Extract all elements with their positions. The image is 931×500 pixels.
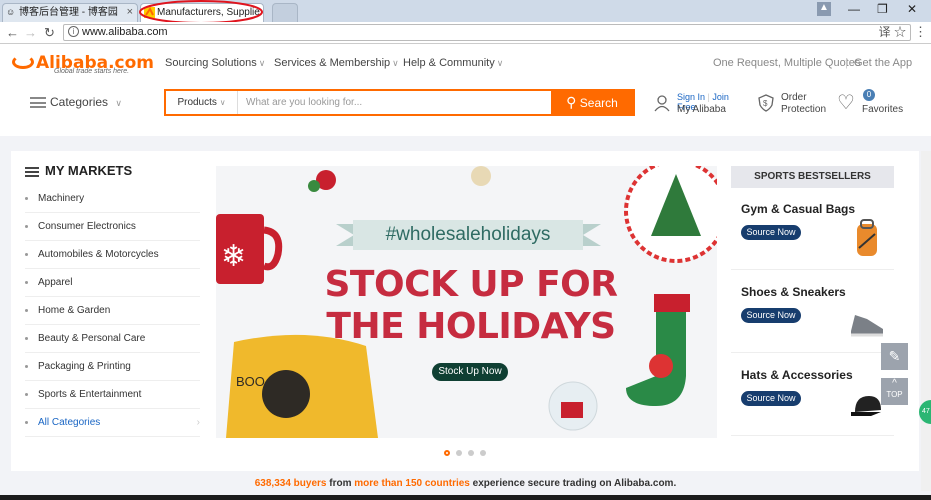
source-now-button[interactable]: Source Now (741, 225, 801, 240)
chevron-down-icon: ∨ (258, 58, 266, 68)
order-protection[interactable]: $ Order Protection (757, 92, 837, 118)
search-input[interactable]: What are you looking for... (246, 91, 362, 114)
bestseller-title: Gym & Casual Bags (741, 202, 856, 216)
one-request-link[interactable]: One Request, Multiple Quotes (713, 57, 860, 69)
search-button[interactable]: ⚲ Search (551, 89, 633, 116)
my-alibaba-link[interactable]: My Alibaba (677, 104, 726, 115)
account-area[interactable]: Sign In | Join Free My Alibaba (653, 92, 748, 118)
sports-bestsellers-title: SPORTS BESTSELLERS (731, 166, 894, 188)
favorites[interactable]: ♡ 0 Favorites (837, 89, 907, 118)
market-item[interactable]: Beauty & Personal Care (25, 325, 200, 353)
alibaba-logo[interactable]: Alibaba.com Global trade starts here. (12, 53, 154, 78)
holiday-banner[interactable]: ❄ BOO #wholesaleholidays STOCK UP FOR TH… (216, 166, 717, 438)
svg-text:❄: ❄ (221, 240, 246, 273)
chevron-down-icon: ∨ (115, 98, 122, 108)
hamburger-icon (30, 97, 46, 109)
ribbon-end (583, 224, 601, 246)
logo-smile-icon (12, 55, 34, 69)
bookmark-star-icon[interactable]: ☆ (894, 25, 906, 39)
carousel-dot[interactable] (456, 450, 462, 456)
stocking-icon (626, 298, 686, 406)
minimize-icon[interactable]: — (848, 2, 860, 16)
back-icon[interactable]: ← (6, 25, 19, 40)
source-now-button[interactable]: Source Now (741, 391, 801, 406)
market-item[interactable]: Apparel (25, 269, 200, 297)
market-item[interactable]: Machinery (25, 185, 200, 213)
get-app-link[interactable]: Get the App (854, 57, 912, 69)
market-item[interactable]: Consumer Electronics (25, 213, 200, 241)
tab-favicon-icon: ☺ (6, 7, 16, 17)
feedback-icon[interactable]: ✎ (881, 343, 908, 370)
restore-icon[interactable]: ❐ (877, 2, 888, 16)
all-categories-link[interactable]: All Categories › (25, 409, 200, 437)
browser-menu-icon[interactable]: ⋮ (914, 24, 927, 40)
svg-text:BOO: BOO (236, 374, 265, 389)
shield-icon: $ (758, 94, 774, 112)
market-item[interactable]: Packaging & Printing (25, 353, 200, 381)
forward-icon[interactable]: → (24, 25, 37, 40)
address-bar: ← → ↻ i www.alibaba.com 译 ☆ ⋮ (0, 22, 931, 44)
market-item[interactable]: Home & Garden (25, 297, 200, 325)
backpack-icon (857, 219, 877, 256)
bestseller-item[interactable]: Hats & Accessories Source Now (731, 354, 894, 436)
chevron-down-icon: ∨ (392, 58, 399, 68)
carousel-dot[interactable] (468, 450, 474, 456)
market-item[interactable]: Sports & Entertainment (25, 381, 200, 409)
nav-help-community[interactable]: Help & Community ∨ (403, 57, 503, 69)
nav-services-membership[interactable]: Services & Membership ∨ (274, 57, 399, 69)
taskbar-edge (0, 495, 931, 500)
back-to-top-button[interactable]: ^ TOP (881, 378, 908, 405)
sneaker-icon (851, 315, 883, 337)
ribbon-end (336, 224, 354, 246)
ornament-icon (471, 166, 491, 186)
svg-text:$: $ (763, 99, 768, 108)
heart-icon: ♡ (837, 92, 855, 114)
tab-blog-admin[interactable]: ☺ 博客后台管理 - 博客园 × (2, 3, 138, 22)
cap-icon (851, 396, 881, 416)
logo-tagline: Global trade starts here. (54, 68, 130, 75)
banner-headline-2: THE HOLIDAYS (326, 306, 616, 347)
search-icon: ⚲ (566, 94, 577, 110)
translate-icon[interactable]: 译 (879, 25, 891, 39)
carousel-dot[interactable] (444, 450, 450, 456)
carousel-dot[interactable] (480, 450, 486, 456)
categories-label: Categories (50, 95, 109, 109)
chevron-down-icon: ∨ (496, 58, 504, 68)
hashtag-ribbon: #wholesaleholidays (353, 220, 583, 250)
my-markets-title: MY MARKETS (25, 163, 132, 178)
browser-tab-bar: ☺ 博客后台管理 - 博客园 × Manufacturers, Supplie … (0, 0, 931, 24)
source-now-button[interactable]: Source Now (741, 308, 801, 323)
bestseller-item[interactable]: Gym & Casual Bags Source Now (731, 188, 894, 270)
search-scope-select[interactable]: Products ∨ (166, 91, 238, 114)
reload-icon[interactable]: ↻ (44, 25, 55, 41)
nav-sourcing-solutions[interactable]: Sourcing Solutions ∨ (165, 57, 265, 69)
bestseller-title: Shoes & Sneakers (741, 285, 846, 299)
categories-menu[interactable]: Categories ∨ (30, 95, 122, 109)
info-icon[interactable]: i (68, 26, 79, 37)
url-text: www.alibaba.com (82, 26, 168, 38)
favorites-label: Favorites (862, 104, 904, 115)
tab-label: 博客后台管理 - 博客园 (19, 7, 118, 18)
url-input[interactable]: i www.alibaba.com 译 ☆ (63, 24, 911, 41)
close-tab-icon[interactable]: × (127, 4, 133, 21)
close-window-icon[interactable]: ✕ (907, 2, 917, 16)
sign-in-link[interactable]: Sign In (677, 92, 705, 102)
chevron-right-icon: › (196, 417, 200, 428)
user-icon (654, 95, 670, 112)
banner-headline-1: STOCK UP FOR (324, 264, 618, 305)
new-tab-button[interactable] (272, 3, 298, 22)
scrollbar[interactable] (921, 151, 931, 491)
list-icon (25, 166, 39, 177)
stock-up-now-button[interactable]: Stock Up Now (432, 363, 508, 381)
divider: | (845, 57, 848, 69)
profile-icon[interactable]: ▲ (817, 2, 831, 16)
trade-stats: 638,334 buyers from more than 150 countr… (254, 478, 677, 489)
carousel-dots (444, 447, 492, 459)
favorites-count-badge: 0 (863, 89, 875, 101)
bestseller-item[interactable]: Shoes & Sneakers Source Now (731, 271, 894, 353)
market-item[interactable]: Automobiles & Motorcycles (25, 241, 200, 269)
bestseller-title: Hats & Accessories (741, 368, 853, 382)
search-bar: Products ∨ What are you looking for... ⚲… (164, 89, 635, 116)
